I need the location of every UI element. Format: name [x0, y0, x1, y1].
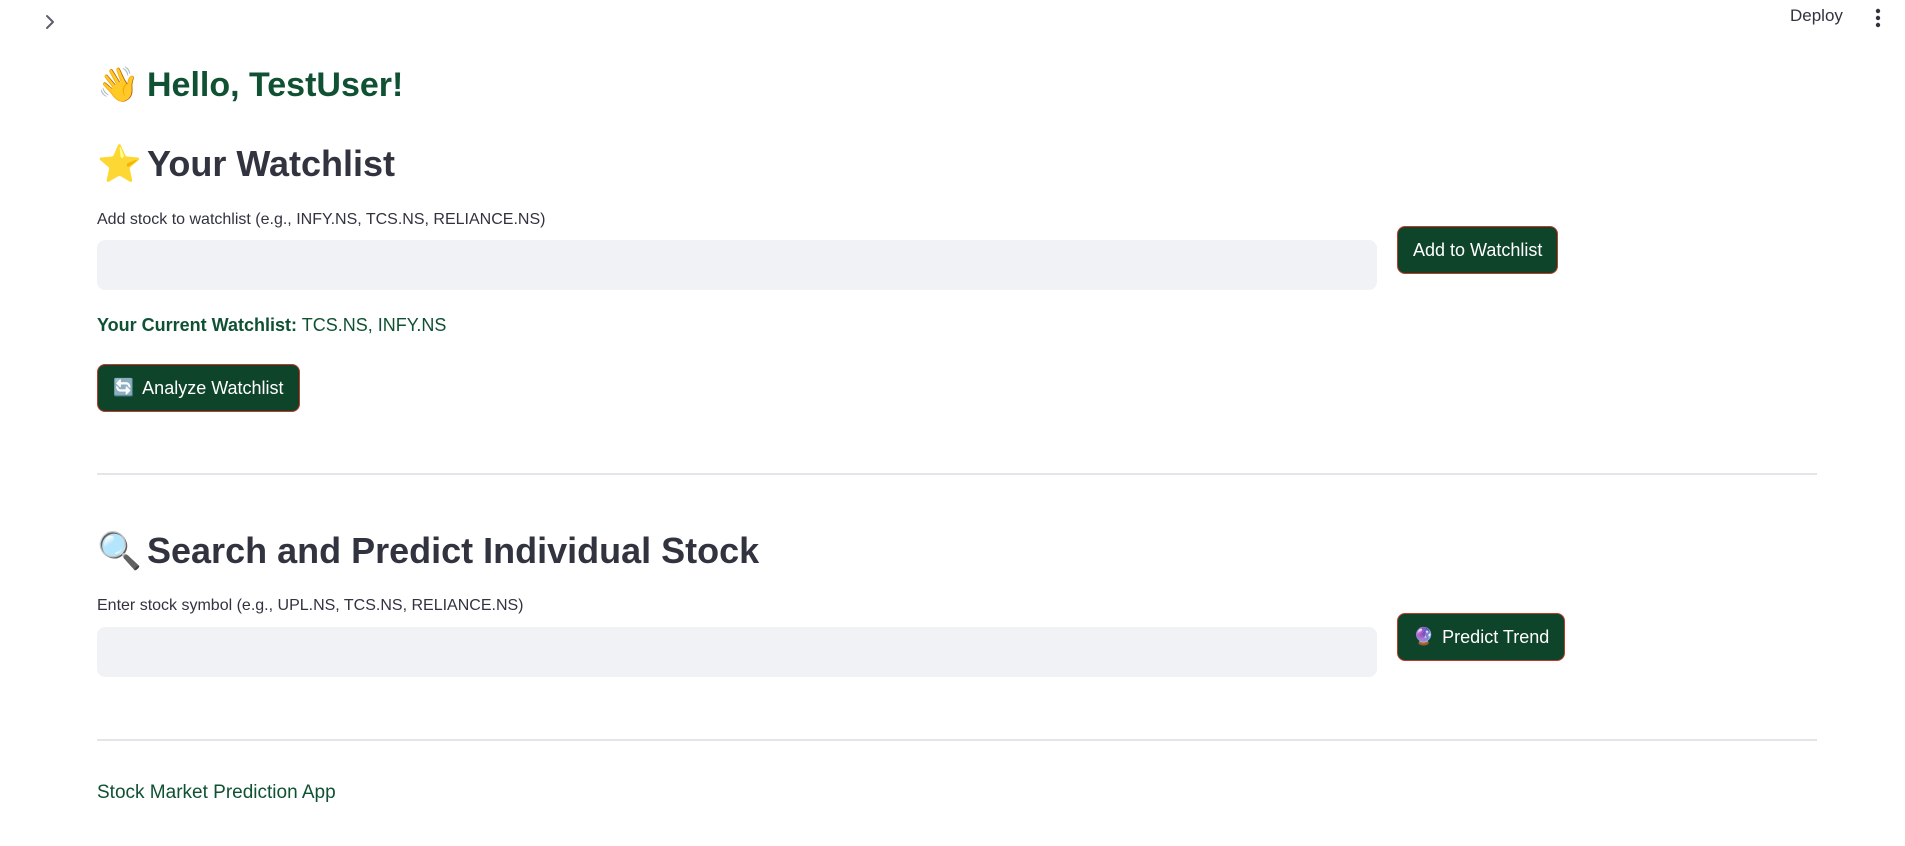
add-stock-label: Add stock to watchlist (e.g., INFY.NS, T… [97, 211, 546, 228]
magnifying-glass-icon: 🔍 [97, 530, 142, 571]
search-heading: 🔍 Search and Predict Individual Stock [97, 527, 759, 575]
current-watchlist-value: TCS.NS, INFY.NS [301, 315, 447, 335]
add-to-watchlist-label: Add to Watchlist [1413, 239, 1543, 260]
greeting-text: Hello, TestUser! [147, 66, 404, 104]
section-divider [97, 473, 1817, 475]
add-stock-input[interactable] [97, 240, 1377, 290]
footer-text: Stock Market Prediction App [97, 782, 336, 803]
search-heading-text: Search and Predict Individual Stock [147, 530, 760, 571]
star-icon: ⭐ [97, 143, 142, 184]
crystal-ball-icon: 🔮 [1413, 627, 1435, 646]
footer-divider [97, 739, 1817, 741]
analyze-watchlist-button[interactable]: 🔄 Analyze Watchlist [97, 364, 300, 412]
current-watchlist: Your Current Watchlist: TCS.NS, INFY.NS [97, 315, 446, 336]
waving-hand-icon: 👋 [97, 66, 140, 104]
analyze-watchlist-label: Analyze Watchlist [142, 377, 284, 398]
greeting-heading: 👋 Hello, TestUser! [97, 62, 403, 108]
stock-symbol-input[interactable] [97, 627, 1377, 677]
refresh-icon: 🔄 [113, 378, 135, 397]
main-menu-button[interactable] [1868, 6, 1888, 30]
watchlist-heading: ⭐ Your Watchlist [97, 140, 395, 188]
watchlist-heading-text: Your Watchlist [147, 143, 396, 184]
add-to-watchlist-button[interactable]: Add to Watchlist [1397, 226, 1559, 274]
chevron-right-icon [46, 15, 54, 29]
kebab-menu-icon [1875, 8, 1881, 28]
current-watchlist-label: Your Current Watchlist: [97, 315, 298, 335]
predict-trend-button[interactable]: 🔮 Predict Trend [1397, 613, 1566, 661]
predict-trend-label: Predict Trend [1442, 626, 1550, 647]
deploy-button[interactable]: Deploy [1790, 6, 1843, 26]
sidebar-toggle-button[interactable] [38, 10, 62, 34]
stock-symbol-label: Enter stock symbol (e.g., UPL.NS, TCS.NS… [97, 597, 524, 614]
top-bar: Deploy [0, 0, 1905, 40]
